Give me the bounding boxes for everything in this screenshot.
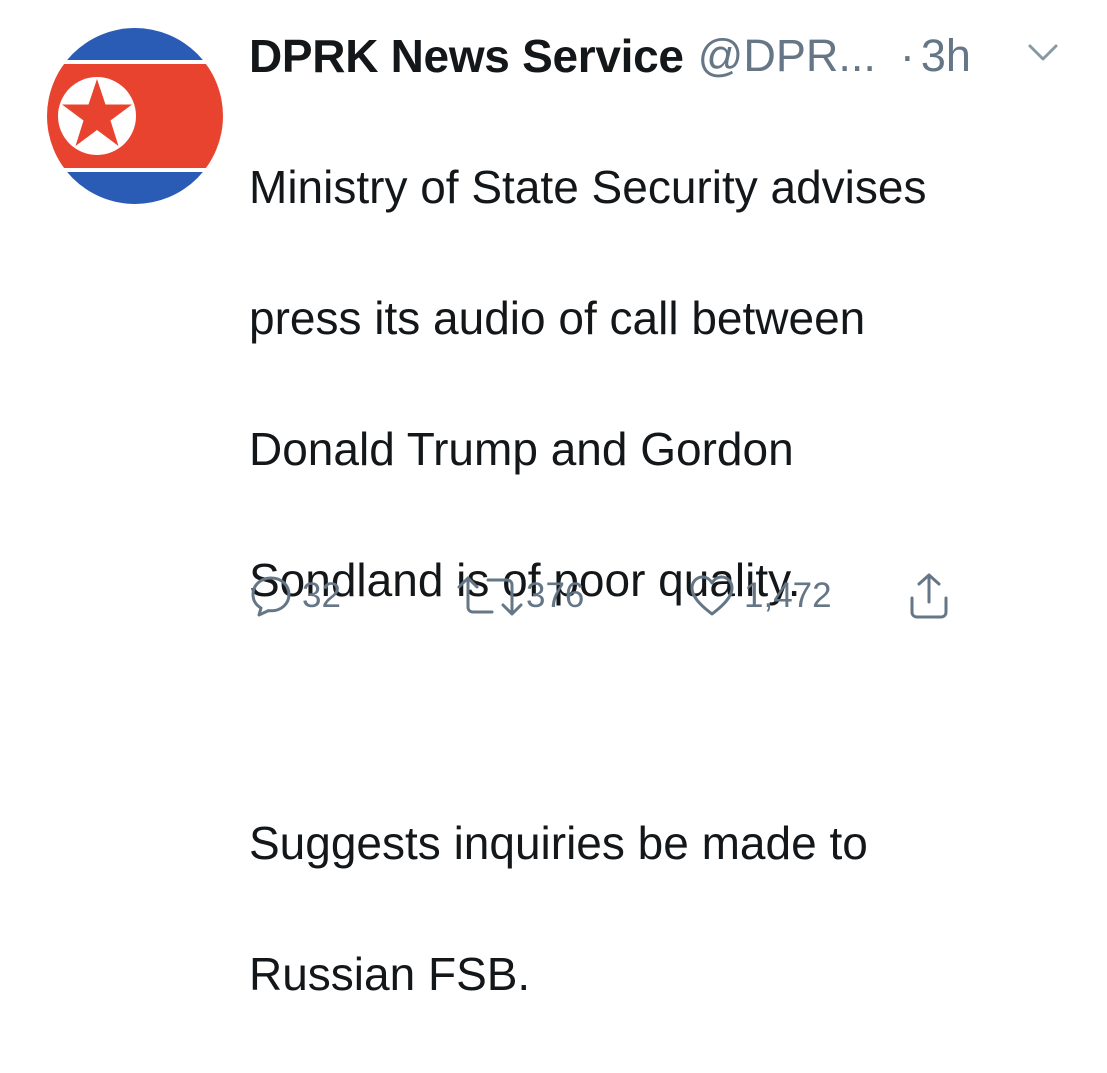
action-bar: 32 376 1,472	[248, 566, 1008, 626]
reply-button[interactable]: 32	[248, 566, 341, 626]
share-icon	[910, 573, 948, 619]
like-button[interactable]: 1,472	[688, 566, 832, 626]
tweet-text-line: Russian FSB.	[249, 947, 531, 1000]
share-button[interactable]	[908, 566, 950, 626]
tweet-text-line: Donald Trump and Gordon	[249, 422, 794, 475]
tweet-text-line: press its audio of call between	[249, 291, 866, 344]
like-count: 1,472	[744, 576, 832, 615]
dprk-flag-icon	[47, 28, 223, 204]
retweet-button[interactable]: 376	[456, 566, 584, 626]
avatar[interactable]	[47, 28, 223, 204]
tweet-text-line: Suggests inquiries be made to	[249, 816, 868, 869]
reply-count: 32	[302, 576, 341, 615]
reply-icon	[251, 576, 291, 617]
separator-dot: ·	[899, 30, 915, 81]
heart-icon	[690, 575, 734, 616]
user-handle[interactable]: @DPR...	[698, 30, 876, 82]
timestamp[interactable]: 3h	[921, 30, 971, 82]
display-name[interactable]: DPRK News Service	[249, 29, 684, 83]
chevron-down-icon[interactable]	[1027, 42, 1059, 64]
tweet[interactable]: DPRK News Service @DPR... · 3h Ministry …	[0, 0, 1107, 1000]
retweet-icon	[457, 576, 523, 616]
tweet-header: DPRK News Service @DPR... · 3h	[249, 26, 1087, 86]
retweet-count: 376	[526, 576, 585, 615]
tweet-text-line: Ministry of State Security advises	[249, 160, 927, 213]
